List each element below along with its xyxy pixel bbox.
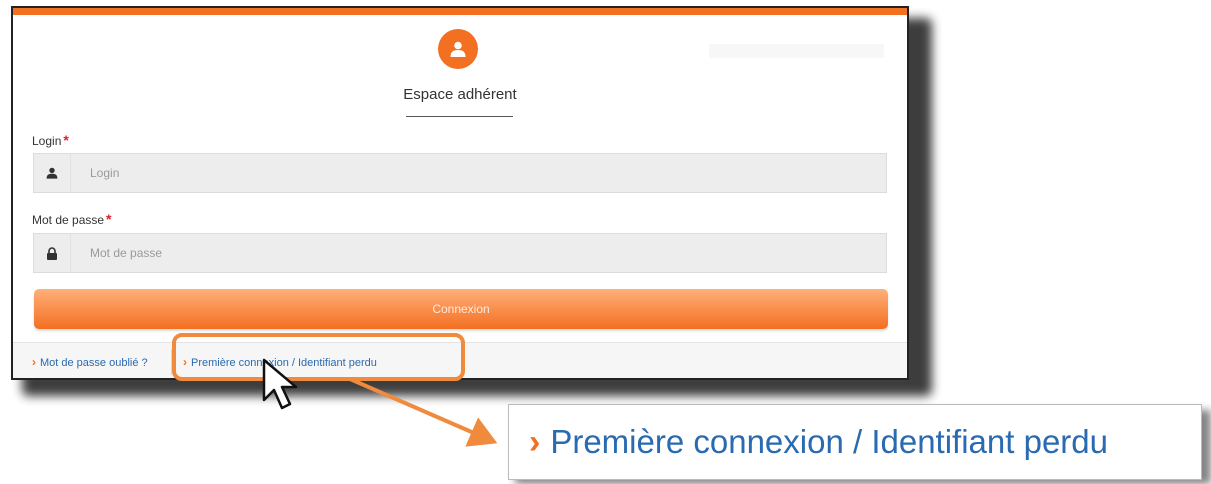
zoomed-link-text: Première connexion / Identifiant perdu (550, 422, 1108, 460)
chevron-right-icon: › (529, 422, 541, 461)
zoomed-first-login-link: › Première connexion / Identifiant perdu (529, 423, 1108, 462)
zoomed-link-callout: › Première connexion / Identifiant perdu (508, 404, 1202, 480)
mouse-pointer-icon (262, 358, 298, 410)
